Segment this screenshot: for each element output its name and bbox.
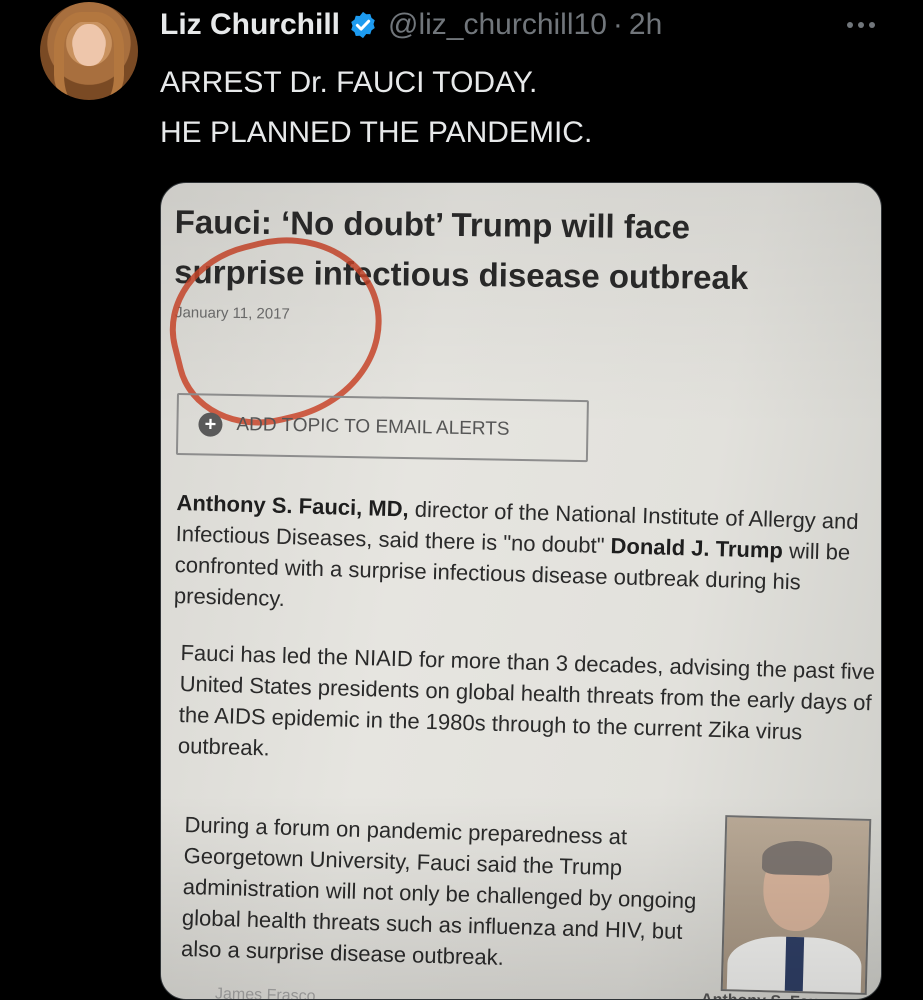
more-dot (869, 22, 875, 28)
tweet-text: ARREST Dr. FAUCI TODAY. HE PLANNED THE P… (160, 58, 592, 158)
article-screenshot: Fauci: ‘No doubt’ Trump will face surpri… (161, 197, 875, 999)
name-bold: Donald J. Trump (610, 533, 784, 563)
name-bold: Anthony S. Fauci, MD, (176, 489, 410, 522)
fauci-portrait-photo (720, 815, 872, 995)
email-alerts-button: + ADD TOPIC TO EMAIL ALERTS (175, 393, 589, 463)
tweet-text-line: ARREST Dr. FAUCI TODAY. (160, 66, 538, 99)
author-handle[interactable]: @liz_churchill10 (388, 8, 607, 42)
plus-icon: + (198, 412, 223, 437)
article-paragraph: Anthony S. Fauci, MD, director of the Na… (174, 487, 877, 630)
more-dot (858, 22, 864, 28)
verified-badge-icon (351, 11, 375, 39)
email-alerts-label: ADD TOPIC TO EMAIL ALERTS (236, 414, 510, 440)
avatar-face (73, 24, 105, 66)
tweet-header: Liz Churchill @liz_churchill10 · 2h (160, 4, 662, 46)
tweet-time[interactable]: 2h (629, 8, 662, 42)
article-paragraph: Fauci has led the NIAID for more than 3 … (177, 639, 876, 761)
portrait-hair (761, 840, 833, 876)
caption-left: James Frasco... (214, 985, 330, 1000)
more-dot (847, 22, 853, 28)
portrait-tie (784, 936, 805, 995)
author-name[interactable]: Liz Churchill (160, 8, 340, 42)
tweet-media-image[interactable]: Fauci: ‘No doubt’ Trump will face surpri… (160, 182, 882, 1000)
more-options-icon[interactable] (836, 4, 886, 46)
article-paragraph: During a forum on pandemic preparedness … (180, 811, 697, 970)
separator-dot: · (612, 8, 623, 41)
avatar[interactable] (40, 2, 138, 100)
tweet-text-line: HE PLANNED THE PANDEMIC. (160, 116, 593, 149)
